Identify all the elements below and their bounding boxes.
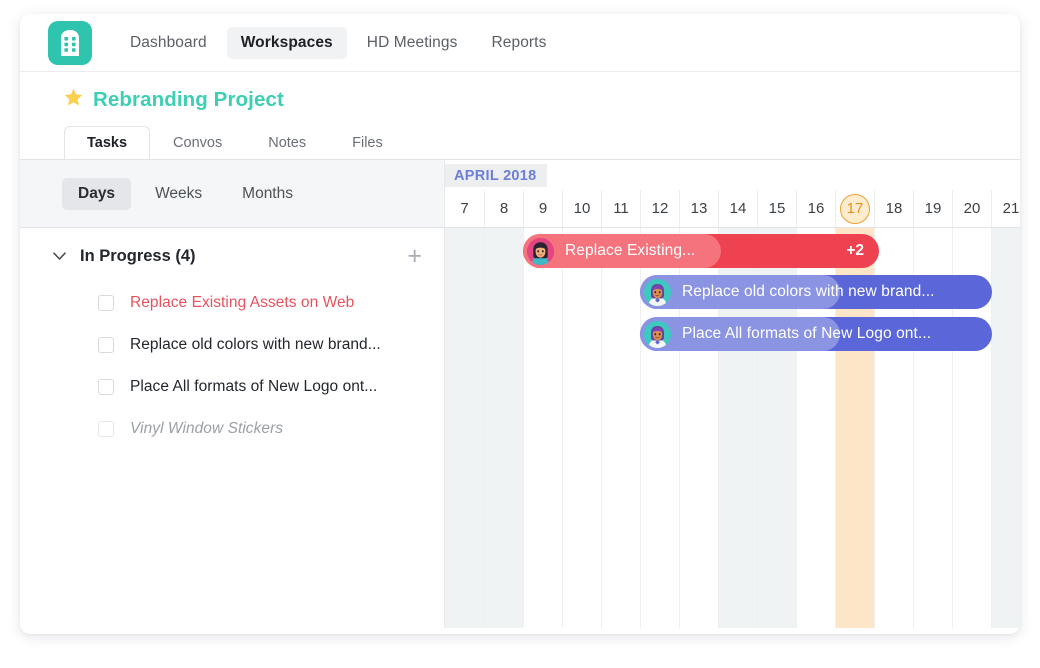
project-tab-list: Tasks Convos Notes Files [64, 126, 1020, 160]
day-cell[interactable]: 7 [445, 190, 484, 227]
task-row[interactable]: Replace old colors with new brand... [20, 324, 444, 366]
grid-column [562, 228, 601, 628]
project-title-row: Rebranding Project [64, 88, 1020, 112]
grid-column [445, 228, 484, 628]
gantt-bar-label: Replace old colors with new brand... [682, 283, 935, 300]
grid-column [484, 228, 523, 628]
day-cell[interactable]: 10 [562, 190, 601, 227]
day-cell[interactable]: 15 [757, 190, 796, 227]
top-navigation-bar: Dashboard Workspaces HD Meetings Reports [20, 14, 1020, 72]
task-sidebar: Days Weeks Months In Progress (4) + Repl… [20, 160, 445, 628]
gantt-bar[interactable]: Replace old colors with new brand... [640, 275, 992, 309]
gantt-bar-extra-count: +2 [846, 242, 864, 259]
day-cell[interactable]: 19 [913, 190, 952, 227]
task-list: Replace Existing Assets on Web Replace o… [20, 280, 444, 450]
plus-icon[interactable]: + [407, 243, 422, 269]
avatar-person-icon [644, 320, 671, 348]
tab-notes[interactable]: Notes [245, 126, 329, 160]
task-row[interactable]: Place All formats of New Logo ont... [20, 366, 444, 408]
grid-column [523, 228, 562, 628]
timescale-toggle: Days Weeks Months [20, 160, 444, 228]
gantt-bar[interactable]: Place All formats of New Logo ont... [640, 317, 992, 351]
grid-column [601, 228, 640, 628]
task-label: Place All formats of New Logo ont... [130, 378, 378, 395]
month-bar: APRIL 2018 [445, 160, 1020, 190]
grid-column [991, 228, 1020, 628]
day-cell[interactable]: 11 [601, 190, 640, 227]
gantt-bar[interactable]: Replace Existing... +2 [523, 234, 879, 268]
task-label: Replace Existing Assets on Web [130, 294, 355, 311]
building-icon [59, 29, 81, 56]
chevron-down-icon[interactable] [48, 251, 70, 261]
day-cell[interactable]: 9 [523, 190, 562, 227]
task-group-title: In Progress (4) [80, 246, 196, 265]
content-area: Days Weeks Months In Progress (4) + Repl… [20, 159, 1020, 628]
gantt-bar-label: Place All formats of New Logo ont... [682, 325, 932, 342]
task-row[interactable]: Replace Existing Assets on Web [20, 282, 444, 324]
day-cell[interactable]: 18 [874, 190, 913, 227]
nav-item-list: Dashboard Workspaces HD Meetings Reports [116, 26, 560, 59]
app-window: Dashboard Workspaces HD Meetings Reports… [20, 14, 1020, 634]
task-checkbox[interactable] [98, 379, 114, 395]
nav-item-reports[interactable]: Reports [477, 27, 560, 59]
task-row[interactable]: Vinyl Window Stickers [20, 408, 444, 450]
avatar-woman-icon [527, 237, 554, 265]
day-cell[interactable]: 16 [796, 190, 835, 227]
task-group-header[interactable]: In Progress (4) + [20, 232, 444, 280]
project-header: Rebranding Project Tasks Convos Notes Fi… [20, 72, 1020, 160]
star-icon[interactable] [64, 88, 83, 112]
timescale-months-button[interactable]: Months [226, 178, 309, 210]
task-checkbox[interactable] [98, 337, 114, 353]
task-label: Vinyl Window Stickers [130, 420, 284, 437]
day-cell[interactable]: 21 [991, 190, 1020, 227]
month-label: APRIL 2018 [445, 164, 547, 187]
gantt-bar-label: Replace Existing... [565, 242, 696, 259]
task-checkbox[interactable] [98, 295, 114, 311]
nav-item-hd-meetings[interactable]: HD Meetings [353, 27, 472, 59]
day-cell[interactable]: 14 [718, 190, 757, 227]
tab-convos[interactable]: Convos [150, 126, 245, 160]
tab-files[interactable]: Files [329, 126, 406, 160]
page-title: Rebranding Project [93, 88, 284, 111]
gantt-timeline: APRIL 2018 7 8 9 10 11 12 13 14 15 16 17… [445, 160, 1020, 628]
day-cell[interactable]: 13 [679, 190, 718, 227]
today-marker: 17 [840, 193, 870, 224]
timescale-weeks-button[interactable]: Weeks [139, 178, 218, 210]
avatar-person-icon [644, 278, 671, 306]
nav-item-workspaces[interactable]: Workspaces [226, 26, 347, 59]
day-cell[interactable]: 20 [952, 190, 991, 227]
day-header-row: 7 8 9 10 11 12 13 14 15 16 17 18 19 20 2… [445, 190, 1020, 228]
day-cell[interactable]: 12 [640, 190, 679, 227]
tab-tasks[interactable]: Tasks [64, 126, 151, 160]
task-label: Replace old colors with new brand... [130, 336, 381, 353]
nav-item-dashboard[interactable]: Dashboard [116, 27, 221, 59]
timescale-days-button[interactable]: Days [62, 177, 132, 210]
app-logo[interactable] [48, 20, 92, 65]
day-cell-today[interactable]: 17 [835, 190, 874, 227]
day-cell[interactable]: 8 [484, 190, 523, 227]
task-checkbox[interactable] [98, 421, 114, 437]
